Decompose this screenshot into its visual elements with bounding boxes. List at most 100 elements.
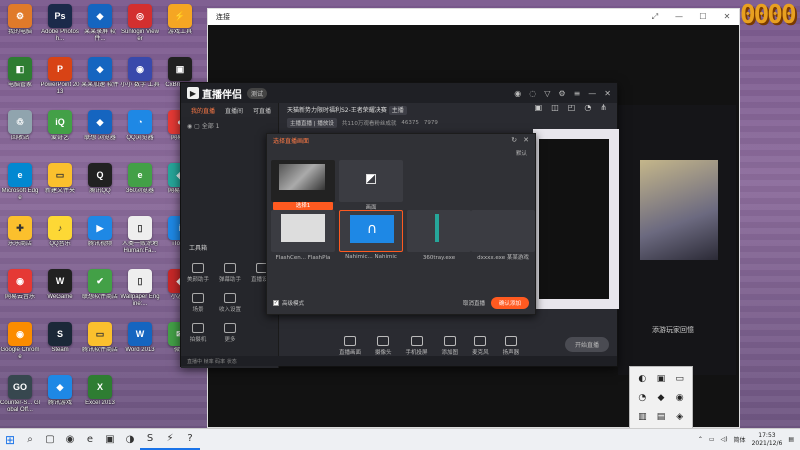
desktop-icon[interactable]: ▯ Wallpaper Engine:...	[120, 269, 160, 308]
thumb-region[interactable]: 画面	[339, 160, 403, 211]
desktop-icon[interactable]: ✔ 联想软件商店	[80, 269, 120, 301]
desktop-icon[interactable]: ▯ 人类一败涂地 Human:Fa...	[120, 216, 160, 255]
settings-icon[interactable]: ⚙	[558, 89, 565, 98]
cancel-button[interactable]: 取消直播	[463, 299, 485, 307]
desktop-icon[interactable]: ◧ 电脑管家	[0, 57, 40, 89]
task-view-icon[interactable]: ▢	[40, 430, 60, 450]
tool-income[interactable]: 收入设置	[215, 293, 245, 313]
minimize-icon[interactable]: —	[667, 12, 691, 22]
tray-app-icon[interactable]: ▥	[634, 408, 651, 425]
browser-icon[interactable]: ◉	[60, 430, 80, 450]
desktop-icon[interactable]: ▶ 腾讯视频	[80, 216, 120, 248]
tool-beauty[interactable]: 美颜助手	[183, 263, 213, 283]
restore-icon[interactable]: ⤢	[643, 12, 667, 22]
app-icon[interactable]: ◑	[120, 430, 140, 450]
bag-icon[interactable]: ◫	[551, 103, 559, 112]
maximize-icon[interactable]: ☐	[691, 12, 715, 22]
tray-app-icon[interactable]: ◈	[671, 408, 688, 425]
desktop-icon[interactable]: e 360浏览器	[120, 163, 160, 195]
tab-room[interactable]: 直播间	[225, 106, 243, 115]
tool-scene[interactable]: 场景	[183, 293, 213, 313]
thumb-nahimic[interactable]: ∩ Nahimic... Nahimic	[339, 210, 403, 260]
start-live-button[interactable]: 开始直播	[564, 337, 609, 352]
desktop-icon[interactable]: e Microsoft Edge	[0, 163, 40, 202]
notification-icon[interactable]: ▤	[788, 436, 794, 443]
btn-mic[interactable]: 麦克风	[472, 336, 489, 356]
thumb-flash[interactable]: FlashCen... FlashPla	[271, 210, 335, 261]
volume-icon[interactable]: ◁)	[721, 436, 728, 443]
thumb-screen-1[interactable]: 选择1	[271, 160, 335, 210]
menu-icon[interactable]: ≡	[574, 89, 581, 98]
thumb-game-exe[interactable]: dxxxx.exe 某某游戏	[471, 210, 535, 261]
share-icon[interactable]: ⋔	[600, 103, 607, 112]
desktop-icon[interactable]: ♪ QQ音乐	[40, 216, 80, 248]
refresh-icon[interactable]: ↻	[511, 136, 517, 144]
tab-available[interactable]: 可直播	[253, 106, 271, 115]
close-icon[interactable]: ✕	[523, 136, 529, 144]
tray-app-icon[interactable]: ▤	[653, 408, 670, 425]
help-icon[interactable]: ?	[180, 430, 200, 450]
minimize-icon[interactable]: —	[588, 89, 596, 98]
shirt-icon[interactable]: ▽	[544, 89, 550, 98]
close-icon[interactable]: ✕	[715, 12, 739, 22]
desktop-icon[interactable]: ✚ 乐乐商店	[0, 216, 40, 248]
avatar-icon[interactable]: ◉	[514, 89, 521, 98]
desktop-icon[interactable]: ♲ 回收站	[0, 110, 40, 142]
desktop-icon[interactable]: iQ 爱奇艺	[40, 110, 80, 142]
eye-icon[interactable]: ◉	[187, 123, 192, 130]
edge-icon[interactable]: e	[80, 430, 100, 450]
tool-camera[interactable]: 拍摄机	[183, 323, 213, 343]
gift-icon[interactable]: ▣	[535, 103, 543, 112]
tray-app-icon[interactable]: ◔	[634, 390, 651, 407]
close-icon[interactable]: ✕	[604, 89, 611, 98]
desktop-icon[interactable]: ◉ 小小 数字 工具	[120, 57, 160, 89]
shop-icon[interactable]: ◰	[568, 103, 576, 112]
desktop-icon[interactable]: P PowerPoint 2013	[40, 57, 80, 96]
desktop-icon[interactable]: ▭ 腾讯软件商店	[80, 322, 120, 354]
ime-indicator[interactable]: 简体	[734, 435, 746, 444]
desktop-icon[interactable]: ▭ 新建文件夹	[40, 163, 80, 195]
desktop-icon[interactable]: ◉ 网易云音乐	[0, 269, 40, 301]
desktop-icon[interactable]: ◎ Sunlogin Viewer	[120, 4, 160, 43]
scene-filter[interactable]: ◉ ▢ 全部 1	[187, 121, 220, 130]
advanced-checkbox[interactable]: ✓	[273, 300, 279, 306]
tray-app-icon[interactable]: ▣	[653, 371, 670, 388]
desktop-icon[interactable]: ◉ Google Chrome	[0, 322, 40, 361]
btn-speaker[interactable]: 扬声器	[503, 336, 519, 356]
game-tool-icon[interactable]: ⚡	[160, 430, 180, 450]
search-icon[interactable]: ⌕	[20, 430, 40, 450]
desktop-icon[interactable]: Q 腾讯QQ	[80, 163, 120, 195]
stream-meta-mode[interactable]: 主播直播 | 播放设	[287, 118, 337, 128]
steam-icon[interactable]: S	[140, 430, 160, 450]
tool-danmaku[interactable]: 弹幕助手	[215, 263, 245, 283]
tray-app-icon[interactable]: ◉	[671, 390, 688, 407]
tray-app-icon[interactable]: ▭	[671, 371, 688, 388]
dialog-filter[interactable]: 默认	[516, 149, 527, 157]
confirm-button[interactable]: 确认添加	[490, 297, 529, 309]
btn-phone-cast[interactable]: 手机投屏	[406, 336, 428, 356]
lock-icon[interactable]: ▢	[194, 123, 200, 130]
tray-app-icon[interactable]: ◐	[634, 371, 651, 388]
desktop-icon[interactable]: ⚙ 我的电脑	[0, 4, 40, 36]
bg-window-titlebar[interactable]: 连接 ⤢ — ☐ ✕	[208, 9, 739, 25]
btn-add-image[interactable]: 添加图	[442, 336, 458, 356]
message-icon[interactable]: ◌	[529, 89, 536, 98]
desktop-icon[interactable]: ◆ 联想 浏览器	[80, 110, 120, 142]
tool-more[interactable]: 更多	[215, 323, 245, 343]
desktop-icon[interactable]: W Word 2013	[120, 322, 160, 354]
btn-live-screen[interactable]: 直播画面	[339, 336, 361, 356]
start-button[interactable]: ⊞	[0, 430, 20, 450]
desktop-icon[interactable]: ◔ QQ浏览器	[120, 110, 160, 142]
app-icon[interactable]: ▣	[100, 430, 120, 450]
clock[interactable]: 17:53 2021/12/6	[752, 432, 783, 448]
desktop-icon[interactable]: ◆ 腾讯游戏	[40, 375, 80, 407]
desktop-icon[interactable]: S Steam	[40, 322, 80, 354]
chevron-up-icon[interactable]: ⌃	[698, 436, 703, 443]
desktop-icon[interactable]: X Excel 2013	[80, 375, 120, 407]
select-source-dialog[interactable]: 选择直播画面 ↻ ✕ 默认 选择1 画面 FlashCen... FlashPla…	[266, 133, 536, 315]
network-icon[interactable]: ▭	[709, 436, 715, 443]
bell-icon[interactable]: ◔	[584, 103, 591, 112]
tray-app-icon[interactable]: ◆	[653, 390, 670, 407]
desktop-icon[interactable]: ◆ 某某录屏 软件...	[80, 4, 120, 43]
btn-camera[interactable]: 摄像头	[375, 336, 392, 356]
